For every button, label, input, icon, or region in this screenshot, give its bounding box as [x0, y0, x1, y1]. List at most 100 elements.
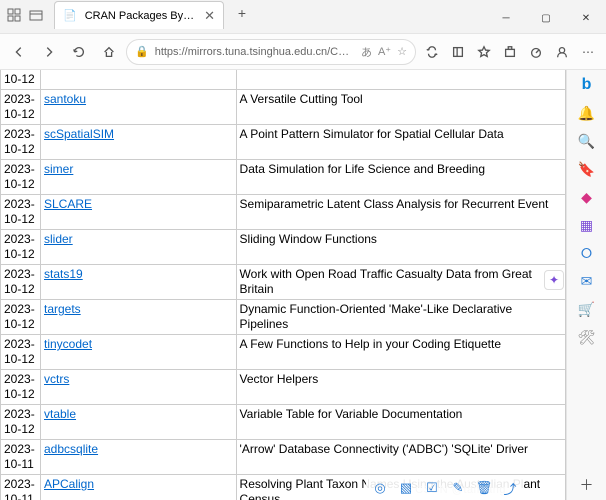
copilot-badge-icon[interactable]: ✦ [544, 270, 564, 290]
package-link[interactable]: tinycodet [44, 337, 92, 351]
pkg-cell: SLCARE [41, 195, 237, 230]
pkg-cell: targets [41, 300, 237, 335]
toolbar: 🔒 https://mirrors.tuna.tsinghua.edu.cn/C… [0, 34, 606, 70]
date-cell: 2023-10-12 [1, 265, 41, 300]
new-tab-button[interactable]: + [230, 5, 254, 25]
refresh-button[interactable] [66, 39, 92, 65]
close-button[interactable]: ✕ [566, 3, 606, 33]
date-cell: 2023-10-12 [1, 335, 41, 370]
table-row: 10-12 [1, 70, 566, 90]
bell-icon[interactable]: 🔔 [578, 104, 596, 122]
plus-icon[interactable]: ＋ [578, 476, 596, 494]
desc-cell: Work with Open Road Traffic Casualty Dat… [236, 265, 565, 300]
forward-button[interactable] [36, 39, 62, 65]
table-row: 2023-10-12santokuA Versatile Cutting Too… [1, 90, 566, 125]
package-link[interactable]: APCalign [44, 477, 94, 491]
pkg-cell: simer [41, 160, 237, 195]
minimize-button[interactable]: ─ [486, 3, 526, 33]
date-cell: 2023-10-12 [1, 230, 41, 265]
date-cell: 2023-10-12 [1, 125, 41, 160]
package-link[interactable]: scSpatialSIM [44, 127, 114, 141]
table-row: 2023-10-12scSpatialSIM A Point Pattern Si… [1, 125, 566, 160]
tab-title: CRAN Packages By Date [85, 10, 196, 22]
profile-icon[interactable] [550, 39, 574, 65]
menu-button[interactable]: ⋯ [576, 39, 600, 65]
search-icon[interactable]: 🔍 [578, 132, 596, 150]
performance-icon[interactable] [524, 39, 548, 65]
browser-tab[interactable]: 📄 CRAN Packages By Date ✕ [54, 1, 224, 29]
collections-icon[interactable] [446, 39, 470, 65]
date-cell: 2023-10-12 [1, 405, 41, 440]
address-bar[interactable]: 🔒 https://mirrors.tuna.tsinghua.edu.cn/C… [126, 39, 416, 65]
pkg-cell: APCalign [41, 475, 237, 500]
date-cell: 2023-10-12 [1, 195, 41, 230]
circle-icon[interactable]: ⭘ [578, 244, 596, 262]
tools-icon[interactable]: 🛠 [578, 328, 596, 346]
pkg-cell: santoku [41, 90, 237, 125]
extensions-icon[interactable] [498, 39, 522, 65]
lock-icon: 🔒 [135, 45, 149, 58]
pkg-cell: adbcsqlite [41, 440, 237, 475]
pkg-cell: vctrs [41, 370, 237, 405]
package-link[interactable]: santoku [44, 92, 86, 106]
tool-icon-4[interactable]: ✎ [448, 478, 468, 498]
desc-cell [236, 70, 565, 90]
tool-icon-3[interactable]: ☑ [422, 478, 442, 498]
table-row: 2023-10-12vtable Variable Table for Varia… [1, 405, 566, 440]
favorites-icon[interactable] [472, 39, 496, 65]
reader-icon[interactable]: A⁺ [378, 45, 391, 58]
tool-icon-6[interactable]: ⤴ [500, 478, 520, 498]
favicon-icon: 📄 [63, 9, 77, 22]
table-row: 2023-10-12tinycodet A Few Functions to He… [1, 335, 566, 370]
package-link[interactable]: vctrs [44, 372, 69, 386]
desc-cell: Sliding Window Functions [236, 230, 565, 265]
titlebar: 📄 CRAN Packages By Date ✕ + ─ ▢ ✕ [0, 0, 606, 34]
sync-icon[interactable] [420, 39, 444, 65]
package-link[interactable]: SLCARE [44, 197, 92, 211]
table-row: 2023-10-12targetsDynamic Function-Orient… [1, 300, 566, 335]
desc-cell: A Versatile Cutting Tool [236, 90, 565, 125]
package-link[interactable]: targets [44, 302, 81, 316]
page-content[interactable]: 10-122023-10-12santokuA Versatile Cuttin… [0, 70, 566, 500]
window-controls: ─ ▢ ✕ [486, 3, 606, 33]
tabs-icon[interactable] [28, 7, 44, 23]
tab-close-icon[interactable]: ✕ [204, 8, 215, 24]
home-button[interactable] [96, 39, 122, 65]
date-cell: 2023-10-11 [1, 475, 41, 500]
pkg-cell: scSpatialSIM [41, 125, 237, 160]
package-link[interactable]: stats19 [44, 267, 83, 281]
pkg-cell [41, 70, 237, 90]
table-row: 2023-10-12simerData Simulation for Life … [1, 160, 566, 195]
gem-icon[interactable]: ◆ [578, 188, 596, 206]
tool-icon-5[interactable]: 🗑 [474, 478, 494, 498]
back-button[interactable] [6, 39, 32, 65]
mail-icon[interactable]: ✉ [578, 272, 596, 290]
bing-icon[interactable]: b [578, 76, 596, 94]
workspace-icon[interactable] [6, 7, 22, 23]
desc-cell: Semiparametric Latent Class Analysis for… [236, 195, 565, 230]
desc-cell: A Few Functions to Help in your Coding E… [236, 335, 565, 370]
table-row: 2023-10-11adbcsqlite'Arrow' Database Con… [1, 440, 566, 475]
package-link[interactable]: simer [44, 162, 73, 176]
url-text: https://mirrors.tuna.tsinghua.edu.cn/CRA… [155, 46, 355, 58]
pkg-cell: stats19 [41, 265, 237, 300]
maximize-button[interactable]: ▢ [526, 3, 566, 33]
desc-cell: Vector Helpers [236, 370, 565, 405]
favorite-icon[interactable]: ☆ [397, 45, 407, 58]
package-link[interactable]: vtable [44, 407, 76, 421]
bottom-tool-icons: ◎ ▧ ☑ ✎ 🗑 ⤴ [366, 476, 524, 500]
date-cell: 2023-10-12 [1, 160, 41, 195]
desc-cell: A Point Pattern Simulator for Spatial Ce… [236, 125, 565, 160]
package-link[interactable]: slider [44, 232, 73, 246]
package-link[interactable]: adbcsqlite [44, 442, 98, 456]
grid-icon[interactable]: ▦ [578, 216, 596, 234]
translate-icon[interactable]: あ [361, 44, 372, 60]
cart-icon[interactable]: 🛒 [578, 300, 596, 318]
bookmark-icon[interactable]: 🔖 [578, 160, 596, 178]
packages-table: 10-122023-10-12santokuA Versatile Cuttin… [0, 70, 566, 500]
desc-cell: Variable Table for Variable Documentatio… [236, 405, 565, 440]
desc-cell: 'Arrow' Database Connectivity ('ADBC') '… [236, 440, 565, 475]
table-row: 2023-10-12SLCARE Semiparametric Latent Cl… [1, 195, 566, 230]
tool-icon-1[interactable]: ◎ [370, 478, 390, 498]
tool-icon-2[interactable]: ▧ [396, 478, 416, 498]
